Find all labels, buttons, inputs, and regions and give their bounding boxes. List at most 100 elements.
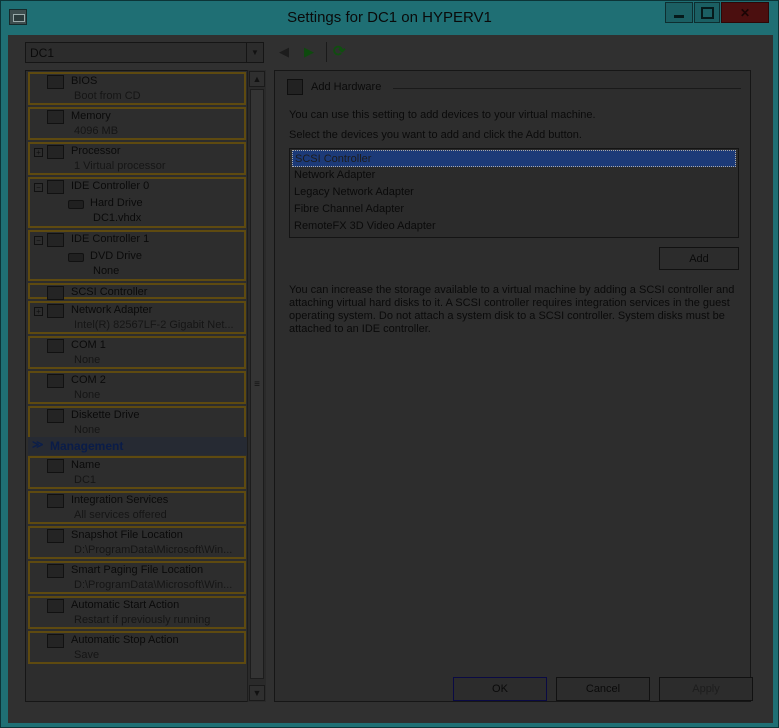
sidebar-item-value: 4096 MB [74, 125, 119, 137]
dialog-client-area: DC1 ▼ ◀ ▶ ⟳ BIOS Boot from CD Memory 4096 M… [8, 35, 773, 723]
close-button[interactable] [721, 2, 769, 23]
list-item[interactable]: SCSI Controller [292, 150, 736, 167]
sidebar-item-com-2[interactable]: COM 2 None [28, 371, 246, 404]
memory-icon [47, 110, 64, 124]
list-item[interactable]: Network Adapter [292, 167, 736, 184]
sidebar-item-label: Smart Paging File Location [71, 564, 204, 576]
collapse-icon[interactable]: − [34, 183, 43, 192]
sidebar-item-label: Processor [71, 145, 121, 157]
hardware-tree[interactable]: BIOS Boot from CD Memory 4096 MB + Processor 1… [25, 70, 266, 702]
cancel-button[interactable]: Cancel [556, 677, 650, 701]
sidebar-child-value: None [93, 265, 120, 277]
vm-selector-value: DC1 [30, 45, 55, 60]
minimize-button[interactable] [665, 2, 693, 23]
device-listbox[interactable]: SCSI Controller Network Adapter Legacy N… [289, 148, 739, 238]
tree-scrollbar[interactable]: ▲ ≡ ▼ [247, 70, 266, 702]
toolbar-separator [326, 42, 327, 62]
sidebar-item-value: Save [74, 649, 100, 661]
sidebar-item-memory[interactable]: Memory 4096 MB [28, 107, 246, 140]
sidebar-item-scsi-controller[interactable]: SCSI Controller [28, 283, 246, 300]
scroll-up-icon[interactable]: ▲ [249, 71, 265, 87]
maximize-button[interactable] [694, 2, 720, 23]
window-title: Settings for DC1 on HYPERV1 [287, 9, 492, 26]
sidebar-child-value: DC1.vhdx [93, 212, 142, 224]
intro-text: You can use this setting to add devices … [289, 109, 596, 121]
sidebar-item-value: None [74, 389, 101, 401]
expand-icon[interactable]: + [34, 148, 43, 157]
title-bar[interactable]: Settings for DC1 on HYPERV1 [1, 1, 778, 35]
management-header-label: Management [50, 439, 124, 453]
refresh-icon[interactable]: ⟳ [333, 42, 346, 60]
sidebar-item-value: D:\ProgramData\Microsoft\Win... [74, 579, 233, 591]
sidebar-child-label[interactable]: Hard Drive [90, 197, 143, 209]
sidebar-child-label[interactable]: DVD Drive [90, 250, 142, 262]
integration-services-icon [47, 494, 64, 508]
chevron-down-icon[interactable]: ▼ [246, 43, 263, 62]
bios-icon [47, 75, 64, 89]
ide-controller-icon [47, 233, 64, 247]
instruction-text: Select the devices you want to add and c… [289, 129, 582, 141]
start-action-icon [47, 599, 64, 613]
sidebar-item-label: SCSI Controller [71, 286, 148, 298]
stop-action-icon [47, 634, 64, 648]
list-item[interactable]: RemoteFX 3D Video Adapter [292, 218, 736, 235]
vm-selector-dropdown[interactable]: DC1 ▼ [25, 42, 264, 63]
sidebar-item-label: IDE Controller 0 [71, 180, 150, 192]
network-adapter-icon [47, 304, 64, 318]
sidebar-item-smart-paging-file-location[interactable]: Smart Paging File Location D:\ProgramData… [28, 561, 246, 594]
management-section-header[interactable]: ≫ Management [28, 437, 264, 455]
sidebar-item-automatic-stop-action[interactable]: Automatic Stop Action Save [28, 631, 246, 664]
sidebar-item-value: None [74, 354, 101, 366]
sidebar-item-com-1[interactable]: COM 1 None [28, 336, 246, 369]
scroll-down-icon[interactable]: ▼ [249, 685, 265, 701]
sidebar-item-label: Diskette Drive [71, 409, 140, 421]
sidebar-item-bios[interactable]: BIOS Boot from CD [28, 72, 246, 105]
sidebar-item-ide-controller-1[interactable]: − IDE Controller 1 DVD Drive None [28, 230, 246, 281]
smart-paging-icon [47, 564, 64, 578]
snapshot-icon [47, 529, 64, 543]
list-item[interactable]: Legacy Network Adapter [292, 184, 736, 201]
sidebar-item-value: All services offered [74, 509, 167, 521]
collapse-chevron-icon[interactable]: ≫ [32, 438, 44, 451]
sidebar-item-processor[interactable]: + Processor 1 Virtual processor [28, 142, 246, 175]
sidebar-item-label: Network Adapter [71, 304, 153, 316]
sidebar-item-ide-controller-0[interactable]: − IDE Controller 0 Hard Drive DC1.vhdx [28, 177, 246, 228]
back-arrow-icon[interactable]: ◀ [279, 44, 289, 60]
forward-arrow-icon[interactable]: ▶ [304, 44, 314, 60]
name-icon [47, 459, 64, 473]
sidebar-item-label: Memory [71, 110, 111, 122]
sidebar-item-diskette-drive[interactable]: Diskette Drive None [28, 406, 246, 439]
com-port-icon [47, 339, 64, 353]
sidebar-item-label: COM 1 [71, 339, 106, 351]
sidebar-item-value: None [74, 424, 101, 436]
sidebar-item-snapshot-file-location[interactable]: Snapshot File Location D:\ProgramData\Mic… [28, 526, 246, 559]
ok-button[interactable]: OK [453, 677, 547, 701]
sidebar-item-label: Automatic Start Action [71, 599, 180, 611]
sidebar-item-integration-services[interactable]: Integration Services All services offered [28, 491, 246, 524]
add-button[interactable]: Add [659, 247, 739, 270]
sidebar-item-value: Restart if previously running [74, 614, 211, 626]
dvd-drive-icon [68, 253, 84, 262]
scroll-thumb[interactable]: ≡ [250, 89, 264, 679]
hard-drive-icon [68, 200, 84, 209]
settings-window: Settings for DC1 on HYPERV1 DC1 ▼ ◀ ▶ ⟳ … [0, 0, 779, 728]
ide-controller-icon [47, 180, 64, 194]
sidebar-item-automatic-start-action[interactable]: Automatic Start Action Restart if previou… [28, 596, 246, 629]
sidebar-item-label: Integration Services [71, 494, 169, 506]
sidebar-item-label: Name [71, 459, 101, 471]
section-title: Add Hardware [311, 81, 382, 93]
expand-icon[interactable]: + [34, 307, 43, 316]
sidebar-item-network-adapter[interactable]: + Network Adapter Intel(R) 82567LF-2 Gigab… [28, 301, 246, 334]
sidebar-item-value: 1 Virtual processor [74, 160, 166, 172]
list-item[interactable]: Fibre Channel Adapter [292, 201, 736, 218]
apply-button[interactable]: Apply [659, 677, 753, 701]
sidebar-item-label: Automatic Stop Action [71, 634, 179, 646]
sidebar-item-name[interactable]: Name DC1 [28, 456, 246, 489]
details-panel: Add Hardware You can use this setting to… [274, 70, 751, 702]
sidebar-item-value: D:\ProgramData\Microsoft\Win... [74, 544, 233, 556]
collapse-icon[interactable]: − [34, 236, 43, 245]
sidebar-item-value: Intel(R) 82567LF-2 Gigabit Net... [74, 319, 234, 331]
processor-icon [47, 145, 64, 159]
scsi-controller-icon [47, 286, 64, 300]
sidebar-item-label: BIOS [71, 75, 98, 87]
